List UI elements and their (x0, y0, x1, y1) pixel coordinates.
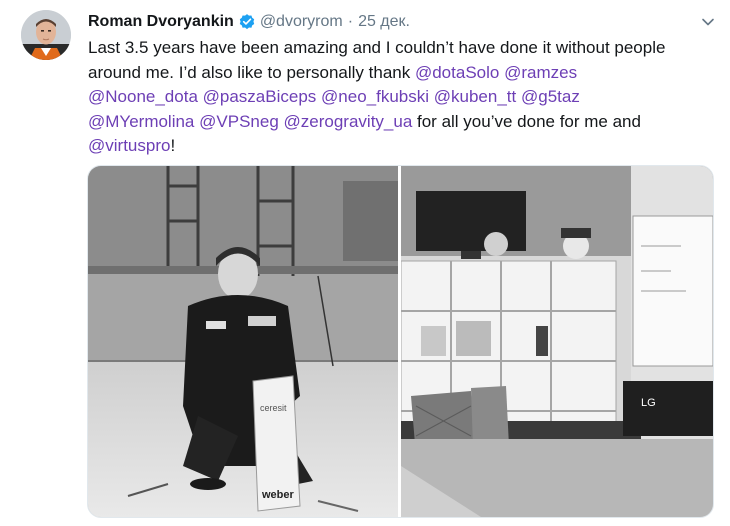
mention-link[interactable]: @dotaSolo (415, 63, 499, 82)
bag-text-bottom: weber (261, 489, 295, 501)
chevron-down-icon[interactable] (698, 12, 718, 32)
media-grid: ceresit weber LG (87, 165, 714, 518)
photo-office-shelves[interactable]: LG (401, 166, 713, 517)
tweet-text-segment: around me. I’d also like to personally t… (88, 62, 415, 82)
lg-logo-text: LG (641, 397, 656, 409)
tweet-text-line: @virtuspro! (88, 134, 718, 159)
mention-link[interactable]: @VPSneg (199, 112, 279, 131)
tweet-text-segment: Last 3.5 years have been amazing and I c… (88, 38, 666, 57)
mention-link[interactable]: @MYermolina (88, 112, 194, 131)
author-name[interactable]: Roman Dvoryankin (88, 13, 234, 31)
tweet-header: Roman Dvoryankin @dvoryrom · 25 дек. (88, 10, 690, 34)
tweet-text-line: @MYermolina @VPSneg @zerogravity_ua for … (88, 110, 718, 135)
tweet-text-segment: ! (170, 136, 176, 156)
mention-link[interactable]: @neo_fkubski (321, 87, 429, 106)
photo-person-with-bag[interactable]: ceresit weber (88, 166, 398, 517)
tweet[interactable]: Roman Dvoryankin @dvoryrom · 25 дек. Las… (0, 0, 730, 526)
avatar[interactable] (21, 10, 71, 60)
mention-link[interactable]: @Noone_dota (88, 87, 198, 106)
bag-text-top: ceresit (260, 403, 287, 413)
mention-link[interactable]: @virtuspro (88, 136, 170, 155)
verified-badge-icon (238, 13, 256, 31)
mention-link[interactable]: @ramzes (504, 63, 577, 82)
tweet-text: Last 3.5 years have been amazing and I c… (88, 36, 718, 159)
mention-link[interactable]: @zerogravity_ua (284, 112, 413, 131)
author-handle[interactable]: @dvoryrom (260, 13, 343, 31)
tweet-text-line: Last 3.5 years have been amazing and I c… (88, 36, 718, 61)
separator-dot: · (347, 13, 354, 30)
mention-link[interactable]: @g5taz (521, 87, 580, 106)
tweet-text-segment: for all you’ve done for me and (412, 111, 641, 131)
tweet-text-line: around me. I’d also like to personally t… (88, 61, 718, 86)
mention-link[interactable]: @paszaBiceps (203, 87, 317, 106)
tweet-date[interactable]: 25 дек. (358, 13, 410, 31)
mention-link[interactable]: @kuben_tt (434, 87, 516, 106)
tweet-text-line: @Noone_dota @paszaBiceps @neo_fkubski @k… (88, 85, 718, 110)
